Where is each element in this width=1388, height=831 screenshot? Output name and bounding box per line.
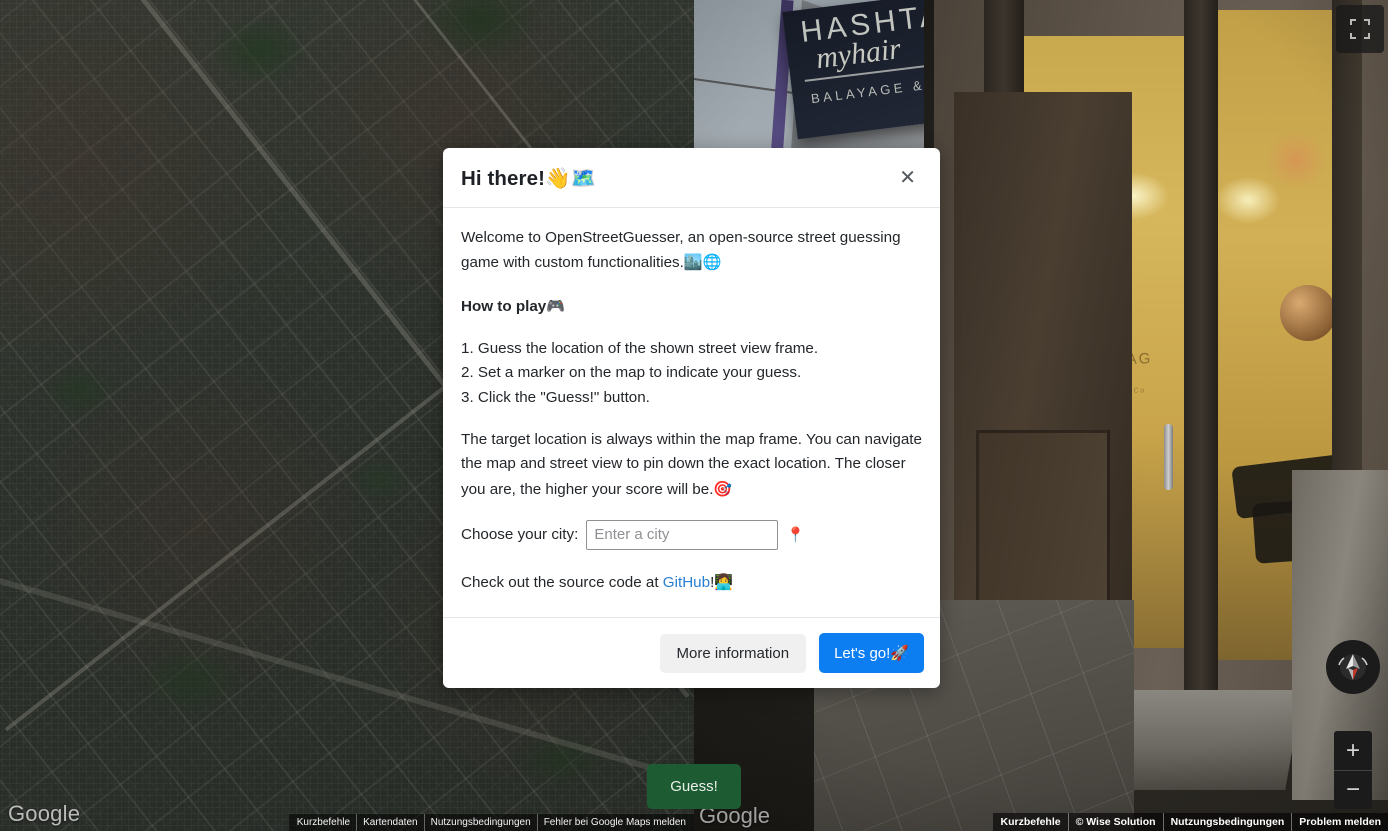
intro-paragraph: Welcome to OpenStreetGuesser, an open-so… [461, 226, 922, 276]
modal-header: Hi there!👋🗺️ ✕ [443, 148, 940, 208]
intro-text: Welcome to OpenStreetGuesser, an open-so… [461, 229, 901, 272]
description-text: The target location is always within the… [461, 430, 922, 498]
city-input[interactable] [586, 519, 779, 550]
modal-footer: More information Let's go!🚀 [443, 617, 940, 688]
city-label: Choose your city: [461, 525, 579, 543]
lets-go-button[interactable]: Let's go!🚀 [819, 633, 924, 674]
howto-step: 1. Guess the location of the shown stree… [461, 339, 819, 357]
zoom-out-button[interactable]: − [1334, 770, 1372, 809]
modal-body: Welcome to OpenStreetGuesser, an open-so… [443, 208, 940, 617]
pin-emoji: 📍 [786, 525, 806, 544]
streetview-attribution-item[interactable]: Problem melden [1291, 813, 1388, 831]
streetview-attribution-bar: Kurzbefehle © Wise Solution Nutzungsbedi… [993, 813, 1388, 831]
howto-heading-text: How to play [461, 297, 547, 315]
rocket-emoji: 🚀 [890, 644, 909, 663]
github-link[interactable]: GitHub [663, 574, 710, 591]
howto-step: 3. Click the "Guess!" button. [461, 388, 650, 406]
map-attribution-item[interactable]: Kurzbefehle [291, 814, 356, 831]
source-prefix-text: Check out the source code at [461, 573, 663, 591]
description-paragraph: The target location is always within the… [461, 428, 922, 502]
map-attribution-item[interactable]: Nutzungsbedingungen [423, 814, 537, 831]
door-handle [1164, 424, 1173, 490]
streetview-attribution-item[interactable]: Nutzungsbedingungen [1162, 813, 1292, 831]
gamepad-emoji: 🎮 [546, 296, 566, 315]
window-mullion [1184, 0, 1218, 690]
zoom-controls[interactable]: + − [1334, 731, 1372, 809]
fullscreen-icon [1350, 19, 1370, 39]
streetview-attribution-item[interactable]: Kurzbefehle [993, 813, 1067, 831]
map-attribution-bar: Kurzbefehle Kartendaten Nutzungsbedingun… [288, 814, 694, 831]
zoom-in-button[interactable]: + [1334, 731, 1372, 770]
city-chooser-row: Choose your city: 📍 [461, 519, 922, 550]
streetview-attribution-item: © Wise Solution [1067, 813, 1163, 831]
technologist-emoji: 👩‍💻 [714, 572, 734, 591]
howto-step: 2. Set a marker on the map to indicate y… [461, 364, 802, 382]
modal-title: Hi there!👋🗺️ [461, 166, 596, 191]
compass-icon [1338, 654, 1368, 680]
compass-control[interactable] [1326, 640, 1380, 694]
target-emoji: 🎯 [713, 479, 733, 498]
app-root: Google Kurzbefehle Kartendaten Nutzungsb… [0, 0, 1388, 831]
howto-heading: How to play🎮 [461, 294, 922, 319]
welcome-modal: Hi there!👋🗺️ ✕ Welcome to OpenStreetGues… [443, 148, 940, 689]
google-logo-map: Google [8, 801, 81, 826]
map-attribution-item[interactable]: Kartendaten [356, 814, 424, 831]
close-icon[interactable]: ✕ [893, 164, 922, 192]
map-attribution-item[interactable]: Fehler bei Google Maps melden [536, 814, 692, 831]
pendant-lamp [1280, 285, 1336, 341]
lets-go-label: Let's go! [834, 645, 891, 663]
more-information-button[interactable]: More information [659, 633, 807, 673]
source-code-paragraph: Check out the source code at GitHub!👩‍💻 [461, 570, 922, 595]
wave-map-emoji: 👋🗺️ [545, 165, 597, 190]
guess-button[interactable]: Guess! [647, 764, 741, 809]
howto-steps-list: 1. Guess the location of the shown stree… [461, 337, 922, 410]
city-globe-emoji: 🏙️🌐 [683, 253, 722, 272]
modal-title-text: Hi there! [461, 166, 546, 190]
fullscreen-button[interactable] [1336, 5, 1384, 53]
